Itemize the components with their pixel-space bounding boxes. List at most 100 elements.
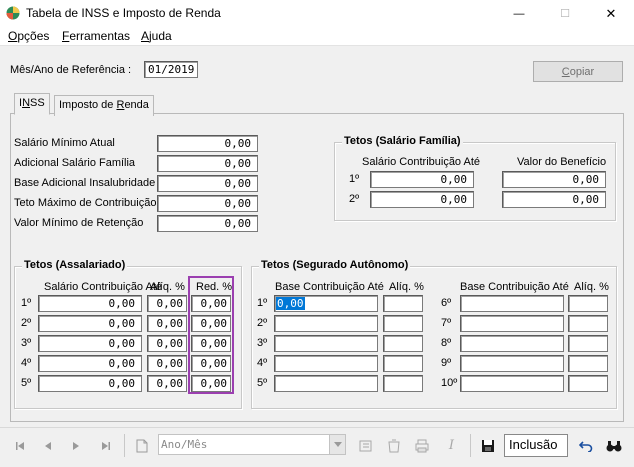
group-assalariado-title: Tetos (Assalariado)	[22, 259, 128, 271]
as-col-salario: Salário Contribuição Até	[44, 281, 163, 293]
as-salario-input[interactable]: 0,00	[38, 335, 142, 352]
sf-col-salario: Salário Contribuição Até	[362, 156, 481, 168]
as-aliq-input[interactable]: 0,00	[147, 315, 187, 332]
au-base-input[interactable]	[460, 295, 564, 312]
print-button[interactable]	[410, 434, 433, 457]
sf-salario-input[interactable]: 0,00	[370, 171, 474, 188]
as-aliq-input[interactable]: 0,00	[147, 295, 187, 312]
window-title: Tabela de INSS e Imposto de Renda	[26, 6, 221, 20]
as-col-aliq: Alíq. %	[150, 281, 185, 293]
minimize-icon: —	[513, 7, 525, 20]
row-number: 3º	[257, 337, 268, 349]
row-number: 5º	[257, 377, 268, 389]
row-number: 1º	[257, 297, 268, 309]
inss-field-input[interactable]: 0,00	[157, 195, 258, 212]
inss-field-input[interactable]: 0,00	[157, 135, 258, 152]
as-salario-input[interactable]: 0,00	[38, 315, 142, 332]
prev-record-icon	[44, 441, 51, 450]
sf-salario-input[interactable]: 0,00	[370, 191, 474, 208]
au-aliq-input[interactable]	[568, 355, 608, 372]
as-salario-input[interactable]: 0,00	[38, 295, 142, 312]
save-button[interactable]	[476, 434, 499, 457]
as-salario-input[interactable]: 0,00	[38, 375, 142, 392]
chevron-down-icon[interactable]	[329, 435, 345, 454]
row-number: 8º	[441, 337, 452, 349]
row-number: 3º	[21, 337, 32, 349]
au-base-input[interactable]	[460, 355, 564, 372]
new-record-button[interactable]	[130, 434, 153, 457]
save-icon	[481, 439, 494, 452]
reference-label: Mês/Ano de Referência :	[10, 64, 132, 76]
au-base-input[interactable]: 0,00	[274, 295, 378, 312]
highlight-red-column	[188, 276, 234, 394]
undo-icon	[578, 440, 592, 452]
au-base-input[interactable]	[274, 315, 378, 332]
print-icon	[415, 439, 428, 452]
italic-button[interactable]: I	[440, 434, 463, 457]
au-aliq-input[interactable]	[568, 335, 608, 352]
first-record-button[interactable]	[8, 434, 31, 457]
sf-beneficio-input[interactable]: 0,00	[502, 191, 606, 208]
delete-icon	[387, 439, 400, 452]
reference-input[interactable]: 01/2019	[144, 61, 198, 78]
au-aliq-input[interactable]	[383, 375, 423, 392]
au-base-input[interactable]	[274, 335, 378, 352]
inss-field-input[interactable]: 0,00	[157, 215, 258, 232]
au-base-input[interactable]	[460, 375, 564, 392]
inss-field-input[interactable]: 0,00	[157, 155, 258, 172]
first-record-icon	[15, 441, 24, 450]
maximize-button[interactable]: ☐	[542, 0, 588, 27]
delete-button[interactable]	[382, 434, 405, 457]
next-record-button[interactable]	[64, 434, 87, 457]
au-base-input[interactable]	[274, 355, 378, 372]
undo-button[interactable]	[574, 434, 597, 457]
last-record-button[interactable]	[94, 434, 117, 457]
au-aliq-input[interactable]	[568, 315, 608, 332]
sf-beneficio-input[interactable]: 0,00	[502, 171, 606, 188]
group-autonomo-title: Tetos (Segurado Autônomo)	[259, 259, 411, 271]
au-col-base-right: Base Contribuição Até	[460, 281, 569, 293]
au-aliq-input[interactable]	[568, 295, 608, 312]
close-button[interactable]: ✕	[588, 0, 634, 27]
row-number: 9º	[441, 357, 452, 369]
au-aliq-input[interactable]	[383, 295, 423, 312]
sf-col-beneficio: Valor do Benefício	[517, 156, 607, 168]
as-aliq-input[interactable]: 0,00	[147, 335, 187, 352]
au-base-input[interactable]	[274, 375, 378, 392]
stamp-button[interactable]	[354, 434, 377, 457]
year-month-placeholder: Ano/Mês	[161, 438, 208, 451]
inss-field-label: Base Adicional Insalubridade	[14, 177, 156, 189]
as-aliq-input[interactable]: 0,00	[147, 355, 187, 372]
row-number: 1º	[21, 297, 32, 309]
find-button[interactable]	[602, 434, 625, 457]
menu-ferramentas[interactable]: Ferramentas	[62, 29, 130, 43]
prev-record-button[interactable]	[36, 434, 59, 457]
row-number: 7º	[441, 317, 452, 329]
au-aliq-input[interactable]	[568, 375, 608, 392]
tab-inss[interactable]: INSS	[14, 93, 50, 115]
inss-field-input[interactable]: 0,00	[157, 175, 258, 192]
copy-button[interactable]: Copiar	[533, 61, 623, 82]
record-navigator: Ano/Mês I Inclusão	[0, 427, 634, 467]
au-aliq-input[interactable]	[383, 355, 423, 372]
row-number: 1º	[349, 173, 360, 185]
group-salario-familia-title: Tetos (Salário Família)	[342, 135, 463, 147]
row-number: 5º	[21, 377, 32, 389]
au-col-aliq-left: Alíq. %	[389, 281, 424, 293]
selected-text: 0,00	[276, 297, 305, 310]
tab-imposto-de-renda[interactable]: Imposto de Renda	[54, 95, 154, 116]
au-base-input[interactable]	[460, 315, 564, 332]
as-salario-input[interactable]: 0,00	[38, 355, 142, 372]
au-aliq-input[interactable]	[383, 335, 423, 352]
close-icon: ✕	[605, 5, 617, 21]
au-base-input[interactable]	[460, 335, 564, 352]
year-month-combo[interactable]: Ano/Mês	[158, 434, 346, 455]
minimize-button[interactable]: —	[496, 0, 542, 27]
row-number: 2º	[257, 317, 268, 329]
as-aliq-input[interactable]: 0,00	[147, 375, 187, 392]
title-bar: Tabela de INSS e Imposto de Renda — ☐ ✕	[0, 0, 634, 27]
menu-ajuda[interactable]: Ajuda	[141, 29, 172, 43]
last-record-icon	[101, 441, 110, 450]
au-aliq-input[interactable]	[383, 315, 423, 332]
menu-opcoes[interactable]: Opções	[8, 29, 49, 43]
